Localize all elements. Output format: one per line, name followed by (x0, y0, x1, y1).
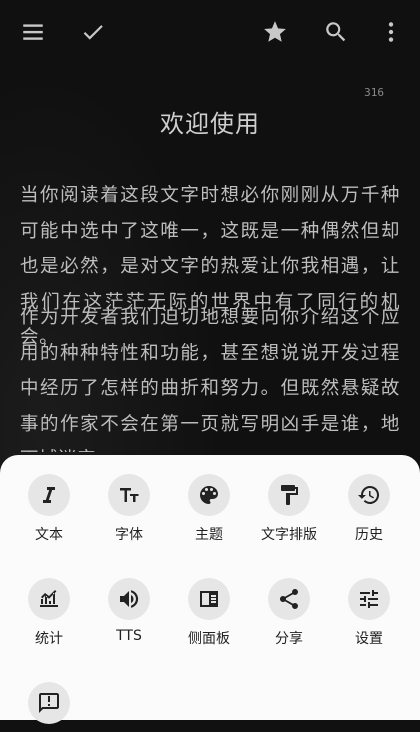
menu-button[interactable] (15, 14, 51, 50)
palette-icon (200, 486, 218, 504)
menu-item-label: 统计 (35, 631, 63, 647)
tts-icon-circle (108, 578, 150, 620)
menu-item-statistics[interactable]: 统计 (9, 578, 89, 648)
menu-item-label: 字体 (115, 527, 143, 543)
page-counter: 316 (364, 86, 384, 99)
menu-item-font[interactable]: 字体 (89, 474, 169, 544)
more-vert-icon (388, 22, 394, 42)
statistics-icon-circle (28, 578, 70, 620)
menu-item-text[interactable]: 文本 (9, 474, 89, 544)
chapter-title: 欢迎使用 (160, 110, 260, 138)
feedback-icon-circle (28, 682, 70, 724)
menu-item-label: 主题 (195, 527, 223, 543)
menu-item-label: 文本 (35, 527, 63, 543)
menu-item-typesetting[interactable]: 文字排版 (249, 474, 329, 544)
paragraph-2: 作为开发者我们迫切地想要向你介绍这个应用的种种特性和功能，甚至想说说开发过程中经… (20, 307, 400, 452)
side-panel-icon (200, 591, 218, 607)
menu-item-feedback[interactable] (9, 682, 89, 732)
statistics-icon (40, 590, 58, 607)
menu-item-settings[interactable]: 设置 (329, 578, 409, 648)
check-icon (83, 25, 103, 40)
font-size-icon (120, 488, 139, 502)
menu-item-label: 设置 (355, 631, 383, 647)
share-icon (279, 588, 298, 609)
menu-item-side-panel[interactable]: 侧面板 (169, 578, 249, 648)
top-toolbar (0, 0, 420, 64)
menu-item-label: TTS (116, 628, 142, 644)
theme-icon-circle (188, 474, 230, 516)
menu-item-label: 文字排版 (261, 527, 317, 543)
bottom-menu-sheet: 文本 字体 主题 文字排版 历史 统计 TTS 侧面板 分享 设置 (0, 455, 420, 724)
history-icon-circle (348, 474, 390, 516)
menu-item-tts[interactable]: TTS (89, 578, 169, 644)
menu-item-label: 分享 (275, 631, 303, 647)
menu-item-theme[interactable]: 主题 (169, 474, 249, 544)
menu-icon (23, 24, 43, 40)
check-button[interactable] (75, 14, 111, 50)
search-icon (326, 22, 346, 42)
typesetting-icon-circle (268, 474, 310, 516)
history-icon (358, 485, 380, 504)
menu-item-label: 历史 (355, 527, 383, 543)
search-button[interactable] (318, 14, 354, 50)
speaker-icon (120, 590, 139, 608)
share-icon-circle (268, 578, 310, 620)
text-italic-icon (43, 487, 55, 503)
more-options-button[interactable] (373, 14, 409, 50)
side-panel-icon-circle (188, 578, 230, 620)
menu-item-history[interactable]: 历史 (329, 474, 409, 544)
star-icon (264, 21, 286, 42)
font-icon-circle (108, 474, 150, 516)
bookmark-star-button[interactable] (257, 14, 293, 50)
text-icon-circle (28, 474, 70, 516)
menu-item-label: 侧面板 (188, 631, 230, 647)
settings-sliders-icon (360, 590, 378, 608)
menu-item-share[interactable]: 分享 (249, 578, 329, 648)
feedback-icon (39, 693, 59, 713)
format-paint-icon (281, 485, 298, 505)
settings-icon-circle (348, 578, 390, 620)
